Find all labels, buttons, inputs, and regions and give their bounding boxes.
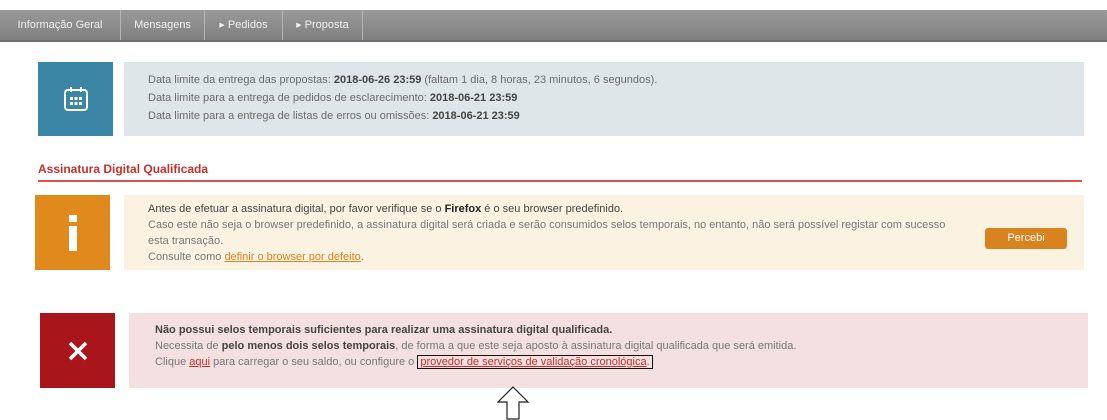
info-line-3: Consulte como definir o browser por defe… [148,251,364,263]
highlight-box: provedor de serviços de validação cronol… [417,355,653,369]
section-title: Assinatura Digital Qualificada [38,162,209,176]
tab-label: Proposta [304,19,349,31]
error-line-3: Clique aqui para carregar o seu saldo, o… [155,354,1088,370]
validation-provider-link[interactable]: provedor de serviços de validação cronol… [420,356,646,368]
up-arrow-icon [496,386,530,420]
tab-label: Pedidos [227,19,268,31]
tab-bar: Informação Geral Mensagens ▶ Pedidos ▶ Pro… [0,10,1107,42]
error-line-1: Não possui selos temporais suficientes p… [155,324,613,336]
tab-label: Informação Geral [17,19,103,31]
info-line-2: Caso este não seja o browser predefinido… [148,219,946,247]
firefox-info-message: Antes de efetuar a assinatura digital, p… [124,195,1084,270]
deadlines-panel: Data limite da entrega das propostas: 20… [38,62,1084,136]
info-icon [35,195,110,270]
triangle-right-icon: ▶ [219,22,225,29]
triangle-right-icon: ▶ [296,22,302,29]
tab-pedidos[interactable]: ▶ Pedidos [205,10,283,40]
default-browser-link[interactable]: definir o browser por defeito [224,251,360,263]
tab-label: Mensagens [134,19,191,31]
insufficient-stamps-message: Não possui selos temporais suficientes p… [129,313,1088,388]
close-icon [40,313,115,388]
clarification-deadline: Data limite para a entrega de pedidos de… [148,92,518,104]
percebi-button[interactable]: Percebi [985,228,1067,249]
tab-proposta[interactable]: ▶ Proposta [283,10,363,40]
calendar-icon [38,62,113,136]
deadlines-text: Data limite da entrega das propostas: 20… [124,62,1084,136]
errors-list-deadline: Data limite para a entrega de listas de … [148,110,520,122]
tab-informacao-geral[interactable]: Informação Geral [0,10,121,40]
info-line-1: Antes de efetuar a assinatura digital, p… [148,203,624,215]
section-divider [38,180,1082,182]
error-line-2: Necessita de pelo menos dois selos tempo… [155,340,797,352]
proposal-deadline: Data limite da entrega das propostas: 20… [148,74,658,86]
recharge-balance-link[interactable]: aqui [189,356,210,368]
tab-mensagens[interactable]: Mensagens [121,10,205,40]
